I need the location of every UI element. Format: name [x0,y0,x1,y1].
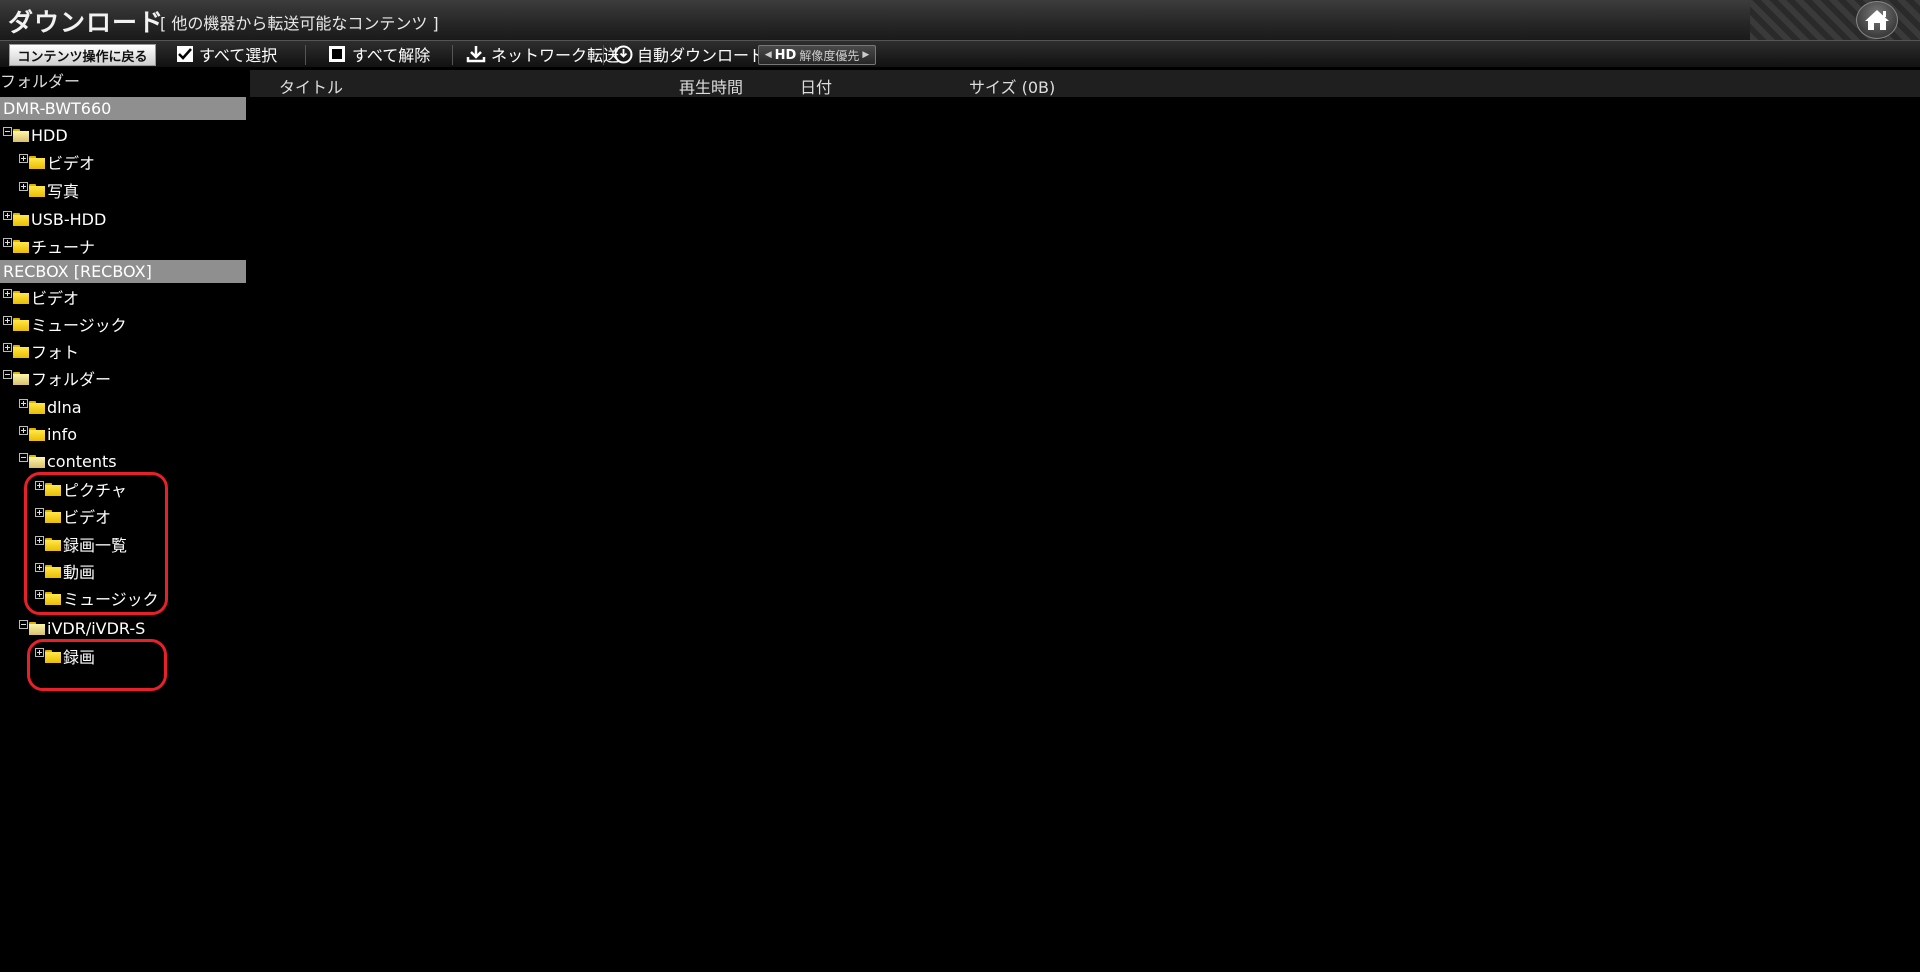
tree-item-photo[interactable]: フォト [3,340,79,362]
auto-download-button[interactable]: 自動ダウンロード [614,41,765,67]
select-all-button[interactable]: すべて選択 [176,41,277,67]
deselect-all-label: すべて解除 [352,46,431,65]
tree-item-tuner[interactable]: チューナ [3,235,95,257]
tree-item-label: info [47,424,78,444]
device-header[interactable]: RECBOX [RECBOX] [0,260,246,283]
expand-icon[interactable] [19,425,28,435]
device-header[interactable]: DMR-BWT660 [0,97,246,120]
toolbar-divider [603,45,604,65]
checkbox-checked-icon [177,46,193,62]
tree-item-video[interactable]: ビデオ [19,151,95,173]
folder-open-icon [29,454,46,468]
column-size[interactable]: サイズ (0B) [969,74,1055,98]
resolution-priority-label: 解像度優先 [799,48,860,63]
tree-item-label: フォト [31,343,80,362]
tree-item-label: iVDR/iVDR-S [47,618,146,638]
hd-resolution-toggle[interactable]: ◀ HD 解像度優先 ▶ [758,45,876,65]
tree-item-label: dlna [47,397,82,417]
folder-open-icon [13,371,30,385]
folder-icon [13,317,30,331]
tree-item-label: HDD [31,125,68,145]
column-title[interactable]: タイトル [279,74,343,98]
deselect-all-button[interactable]: すべて解除 [328,41,430,67]
checkbox-empty-icon [329,46,345,62]
download-icon [466,46,486,63]
expand-icon[interactable] [3,315,12,325]
collapse-icon[interactable] [3,126,12,136]
hd-label: HD [774,47,797,63]
auto-download-label: 自動ダウンロード [637,46,766,65]
arrow-left-icon: ◀ [764,50,772,60]
expand-icon[interactable] [19,153,28,163]
toolbar-divider [305,45,306,65]
tree-item-music[interactable]: ミュージック [3,313,127,335]
tree-item-label: チューナ [31,238,96,257]
network-transfer-button[interactable]: ネットワーク転送 [466,41,619,67]
page-subtitle: [ 他の機器から転送可能なコンテンツ ] [160,14,439,33]
toolbar-divider [452,45,453,65]
collapse-icon[interactable] [19,619,28,629]
tree-item-usb-hdd[interactable]: USB-HDD [3,208,106,230]
tree-item-photo[interactable]: 写真 [19,179,79,201]
toolbar: コンテンツ操作に戻る すべて選択 すべて解除 ネットワーク転送 自動ダウンロード… [0,41,1920,67]
tree-item-dlna[interactable]: dlna [19,396,82,418]
tree-item-label: USB-HDD [31,209,107,229]
tree-item-info[interactable]: info [19,423,77,445]
expand-icon[interactable] [3,288,12,298]
expand-icon[interactable] [19,181,28,191]
tree-item-label: ビデオ [47,154,96,173]
folder-icon [13,344,30,358]
tree-item-folder[interactable]: フォルダー [3,367,111,389]
folder-icon [29,183,46,197]
folder-icon [13,212,30,226]
page-title: ダウンロード [8,8,165,37]
tree-item-label: 写真 [47,182,80,201]
network-transfer-label: ネットワーク転送 [491,46,620,65]
folder-icon [13,239,30,253]
tree-item-label: ミュージック [31,316,127,335]
tree-item-video[interactable]: ビデオ [3,286,79,308]
back-to-contents-button[interactable]: コンテンツ操作に戻る [9,44,156,66]
title-bar: ダウンロード [ 他の機器から転送可能なコンテンツ ] [0,0,1920,41]
collapse-icon[interactable] [3,369,12,379]
home-button[interactable] [1856,1,1898,39]
folder-icon [29,400,46,414]
select-all-label: すべて選択 [199,46,278,65]
tree-item-contents[interactable]: contents [19,450,117,472]
folder-open-icon [13,128,30,142]
folder-icon [13,290,30,304]
folder-icon [29,155,46,169]
folder-panel-header: フォルダー [0,72,81,91]
home-icon [1865,10,1889,30]
tree-item-label: contents [47,451,117,471]
arrow-right-icon: ▶ [862,50,870,60]
tree-item-hdd[interactable]: HDD [3,124,68,146]
content-list-header: タイトル 再生時間 日付 サイズ (0B) [250,70,1920,97]
highlight-box [27,639,167,691]
folder-icon [29,427,46,441]
column-date[interactable]: 日付 [800,74,832,98]
expand-icon[interactable] [3,237,12,247]
collapse-icon[interactable] [19,452,28,462]
expand-icon[interactable] [3,210,12,220]
highlight-box [24,472,168,615]
tree-item-label: ビデオ [31,289,80,308]
tree-item-label: フォルダー [31,370,112,389]
column-duration[interactable]: 再生時間 [679,74,743,98]
clock-download-icon [614,45,633,63]
expand-icon[interactable] [3,342,12,352]
tree-item-ivdr[interactable]: iVDR/iVDR-S [19,617,145,639]
folder-open-icon [29,621,46,635]
expand-icon[interactable] [19,398,28,408]
